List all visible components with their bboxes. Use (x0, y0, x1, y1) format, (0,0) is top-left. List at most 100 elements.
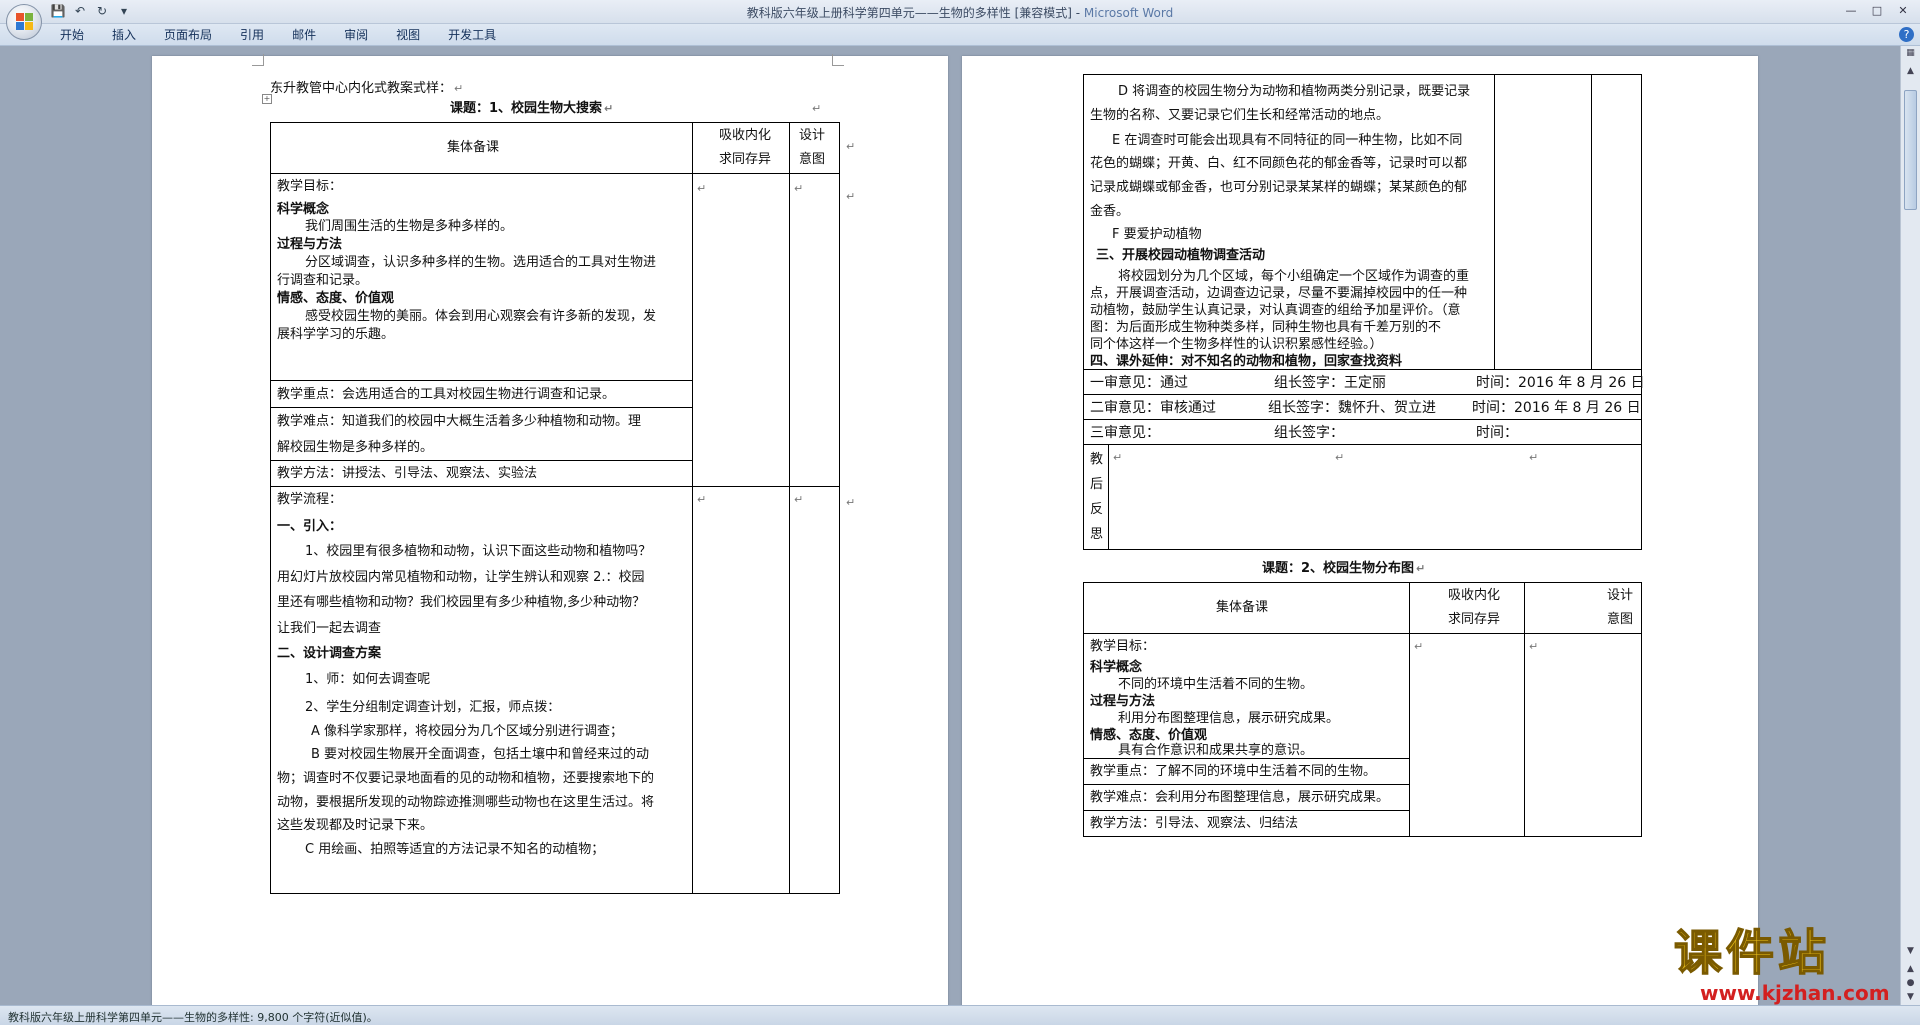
difficulty-cell: 教学难点：知道我们的校园中大概生活着多少种植物和动物。理 解校园生物是多种多样的… (270, 407, 693, 461)
reflection-char: 教 (1090, 452, 1104, 467)
objectives-label: 教学目标： (277, 179, 343, 194)
scroll-thumb[interactable] (1904, 90, 1917, 210)
table-header-cell: 吸收内化 求同存异 (692, 122, 790, 174)
process-text: 利用分布图整理信息，展示研究成果。 (1118, 711, 1340, 726)
flow-label: 教学流程： (277, 492, 343, 507)
document-area: 东升教管中心内化式教案式样： ↵ + 课题：1、校园生物大搜索 ↵ ↵ 集体备课 吸… (0, 46, 1900, 1005)
ribbon-tab[interactable]: 插入 (100, 27, 148, 43)
reflection-char: 思 (1090, 527, 1104, 542)
intro-text: 用幻灯片放校园内常见植物和动物，让学生辨认和观察 2.：校园 (277, 570, 645, 585)
watermark-logo: 课件站 www.kjzhan.com (1670, 924, 1900, 1005)
design-text: 这些发现都及时记录下来。 (277, 818, 434, 833)
header-design-2: 意图 (1607, 612, 1634, 627)
review-time: 时间：2016 年 8 月 26 日 (1476, 375, 1645, 391)
header-design-2: 意图 (799, 152, 826, 167)
review-opinion: 一审意见：通过 (1090, 375, 1188, 391)
emotion-text: 感受校园生物的美丽。体会到用心观察会有许多新的发现，发 (305, 309, 657, 324)
design-cell: ↵ (789, 173, 840, 487)
process-heading: 过程与方法 (277, 237, 343, 252)
minimize-icon[interactable]: — (1840, 2, 1862, 20)
window-title: 教科版六年级上册科学第四单元——生物的多样性 [兼容模式] - Microsof… (0, 4, 1920, 21)
maximize-icon[interactable]: □ (1866, 2, 1888, 20)
next-page-icon[interactable]: ▼ (1904, 992, 1917, 1006)
header-collective: 集体备课 (1216, 600, 1269, 615)
intro-text: 里还有哪些植物和动物？我们校园里有多少种植物,多少种动物？ (277, 595, 646, 610)
ribbon-tab[interactable]: 页面布局 (152, 27, 224, 43)
flow-text: 动植物，鼓励学生认真记录，对认真调查的组给予加星评价。（意 (1090, 303, 1461, 318)
status-text: 教科版六年级上册科学第四单元——生物的多样性: 9,800 个字符(近似值)。 (8, 1011, 378, 1024)
flow-text: 点，开展调查活动，边调查边记录，尽量不要漏掉校园中的任一种 (1090, 286, 1468, 301)
crop-mark (832, 54, 844, 66)
header-text: 东升教管中心内化式教案式样： (270, 81, 453, 96)
design-text: B 要对校园生物展开全面调查，包括土壤中和曾经来过的动 (311, 747, 650, 762)
review-time: 时间： (1476, 425, 1518, 441)
ribbon-tabs: 开始 插入 页面布局 引用 邮件 审阅 视图 开发工具 (48, 27, 512, 43)
table2-methods-cell: 教学方法：引导法、观察法、归结法 (1083, 810, 1410, 837)
ribbon-tab[interactable]: 审阅 (332, 27, 380, 43)
flow-text: 记录成蝴蝶或郁金香，也可分别记录某某样的蝴蝶；某某颜色的郁 (1090, 180, 1468, 195)
lesson2-title: 课题：2、校园生物分布图 ↵ (1262, 561, 1426, 576)
table2-header-cell: 吸收内化 求同存异 (1409, 582, 1525, 634)
review-opinion: 三审意见： (1090, 425, 1160, 441)
table-header-cell: 设计 意图 (789, 122, 840, 174)
header-design: 设计 (799, 128, 826, 143)
reflection-cell: ↵ ↵ ↵ (1108, 444, 1642, 550)
window-controls: — □ ✕ (1840, 2, 1914, 20)
review-row: 二审意见：审核通过 组长签字：魏怀升、贺立进 时间：2016 年 8 月 26 … (1083, 394, 1642, 420)
ribbon-tab[interactable]: 开发工具 (436, 27, 508, 43)
key-point-text: 教学重点：了解不同的环境中生活着不同的生物。 (1090, 764, 1377, 779)
difficulty-text: 教学难点：会利用分布图整理信息，展示研究成果。 (1090, 790, 1390, 805)
scroll-up-icon[interactable]: ▲ (1904, 66, 1917, 80)
reflection-label-cell: 教 后 反 思 (1083, 444, 1109, 550)
close-icon[interactable]: ✕ (1892, 2, 1914, 20)
ribbon-tab[interactable]: 开始 (48, 27, 96, 43)
flow-text: 金香。 (1090, 204, 1130, 219)
flow-text: F 要爱护动植物 (1112, 227, 1202, 242)
office-logo-icon (16, 13, 33, 30)
ribbon-tab[interactable]: 视图 (384, 27, 432, 43)
lesson-title: 课题：1、校园生物大搜索 ↵ (450, 101, 614, 116)
ribbon-tab[interactable]: 邮件 (280, 27, 328, 43)
select-browse-object-icon[interactable]: ● (1904, 978, 1917, 992)
design-text: 物；调查时不仅要记录地面看的见的动物和植物，还要搜索地下的 (277, 771, 655, 786)
absorb-cell: ↵ (1409, 633, 1525, 837)
table-move-handle-icon[interactable]: + (262, 94, 272, 104)
review-opinion: 二审意见：审核通过 (1090, 400, 1216, 416)
flow-text: 生物的名称、又要记录它们生长和经常活动的地点。 (1090, 108, 1390, 123)
vertical-scrollbar[interactable]: ▦ ▲ ▼ ▲ ● ▼ (1900, 46, 1920, 1005)
lesson-title-text: 课题：1、校园生物大搜索 (450, 101, 603, 116)
scroll-down-icon[interactable]: ▼ (1904, 946, 1917, 960)
difficulty-text: 教学难点：知道我们的校园中大概生活着多少种植物和动物。理 (277, 414, 642, 429)
page-right: D 将调查的校园生物分为动物和植物两类分别记录，既要记录 生物的名称、又要记录它… (962, 56, 1758, 1005)
methods-text: 教学方法：讲授法、引导法、观察法、实验法 (277, 466, 538, 481)
sci-concept-heading: 科学概念 (1090, 660, 1143, 675)
header-absorb-2: 求同存异 (719, 152, 772, 167)
flow-text: E 在调查时可能会出现具有不同特征的同一种生物，比如不同 (1112, 133, 1463, 148)
methods-cell: 教学方法：讲授法、引导法、观察法、实验法 (270, 460, 693, 487)
previous-page-icon[interactable]: ▲ (1904, 964, 1917, 978)
intro-text: 1、校园里有很多植物和动物，认识下面这些动物和植物吗？ (305, 544, 652, 559)
table2-header-cell: 设计 意图 (1524, 582, 1642, 634)
intro-text: 让我们一起去调查 (277, 621, 382, 636)
header-line: 东升教管中心内化式教案式样： ↵ (270, 81, 464, 96)
review-time: 时间：2016 年 8 月 26 日 (1472, 400, 1641, 416)
page-left: 东升教管中心内化式教案式样： ↵ + 课题：1、校园生物大搜索 ↵ ↵ 集体备课 吸… (152, 54, 948, 1005)
help-icon[interactable]: ? (1899, 27, 1914, 42)
document-title: 教科版六年级上册科学第四单元——生物的多样性 [兼容模式] - (746, 6, 1084, 20)
office-button[interactable] (6, 4, 42, 40)
ribbon-tab[interactable]: 引用 (228, 27, 276, 43)
sci-concept-text: 不同的环境中生活着不同的生物。 (1118, 677, 1314, 692)
sci-concept-text: 我们周围生活的生物是多种多样的。 (305, 219, 514, 234)
review-row: 一审意见：通过 组长签字：王定丽 时间：2016 年 8 月 26 日 (1083, 369, 1645, 395)
review-row: 三审意见： 组长签字： 时间： (1083, 419, 1642, 445)
design-cell: ↵ (1524, 633, 1642, 837)
design-text: 2、学生分组制定调查计划，汇报，师点拨： (305, 700, 561, 715)
app-name: Microsoft Word (1083, 6, 1174, 20)
ruler-toggle-icon[interactable]: ▦ (1904, 48, 1917, 62)
ribbon-tab-bar: 开始 插入 页面布局 引用 邮件 审阅 视图 开发工具 ? (0, 24, 1920, 46)
watermark-url: www.kjzhan.com (1700, 981, 1890, 1005)
table2-key-point-cell: 教学重点：了解不同的环境中生活着不同的生物。 (1083, 758, 1410, 785)
design-text: 1、师：如何去调查呢 (305, 672, 431, 687)
flow-text: 花色的蝴蝶；开黄、白、红不同颜色花的郁金香等，记录时可以都 (1090, 156, 1468, 171)
key-point-text: 教学重点：会选用适合的工具对校园生物进行调查和记录。 (277, 387, 616, 402)
